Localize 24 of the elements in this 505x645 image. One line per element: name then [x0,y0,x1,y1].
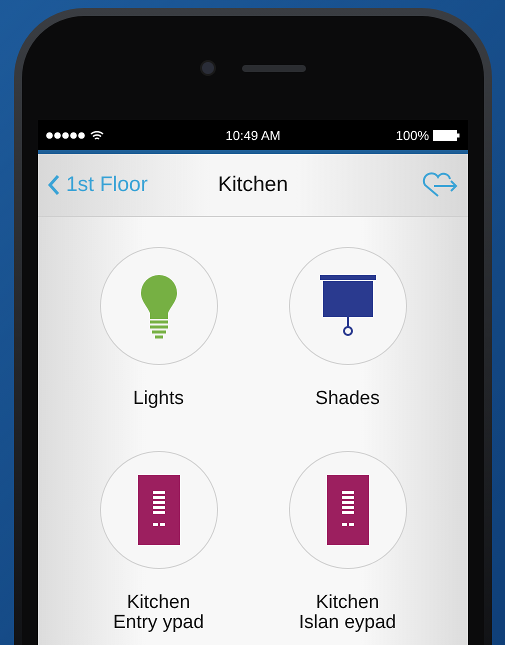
projector-screen-icon [320,275,376,337]
tile-label: Kitchen [126,592,190,612]
heart-arrow-icon [420,172,458,198]
tile-label: Lights [133,389,184,409]
tile-label: Entry ypad [113,612,204,632]
tile-label: Shades [315,389,380,409]
room-tile[interactable]: Kitchen Islan eypad [253,450,442,645]
keypad-icon [326,474,368,544]
screen-title: Kitchen [216,173,290,197]
wifi-icon [90,130,104,140]
keypad-icon [138,474,180,544]
clock-text: 10:49 AM [226,128,280,142]
tile-label: Islan eypad [298,612,396,632]
room-tile[interactable]: Lights [64,247,253,444]
chevron-left-icon [48,174,60,196]
battery-percent: 100% [396,128,429,142]
lightbulb-icon [138,273,178,339]
signal-dots-icon [46,132,86,138]
room-tile[interactable]: Kitchen Entry ypad [64,450,253,645]
camera-lens [200,60,216,76]
room-tile[interactable]: Shades [253,247,442,444]
speaker-grille [242,64,306,72]
tile-label: Kitchen [316,592,380,612]
battery-icon [433,130,460,140]
